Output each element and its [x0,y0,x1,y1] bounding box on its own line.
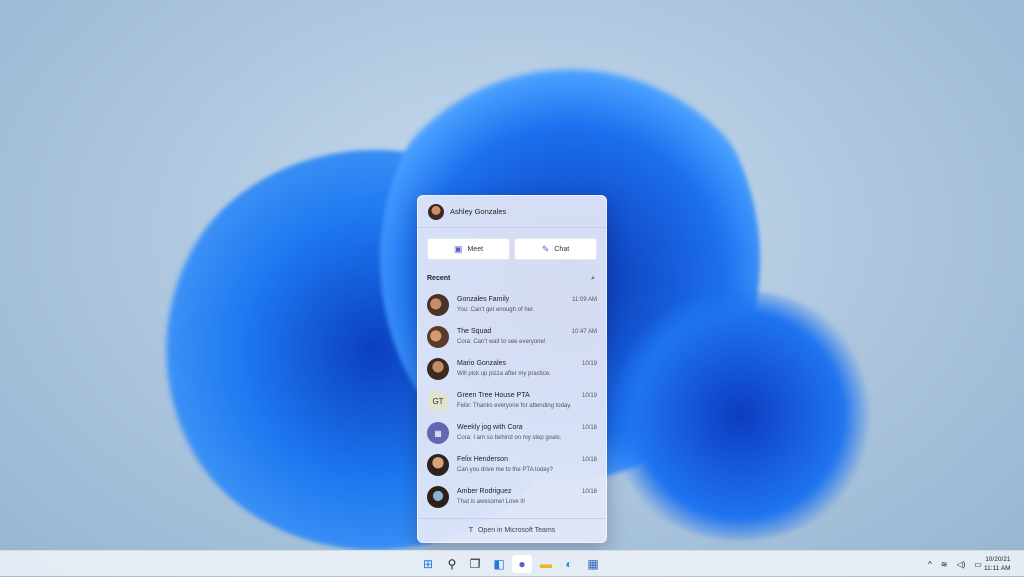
search-icon[interactable]: ⚲ [443,555,461,573]
conversation-time: 10/18 [581,425,597,431]
conversation-item[interactable]: Felix Henderson Can you drive me to the … [418,449,606,481]
task-view-icon[interactable]: ❐ [466,555,484,573]
conversation-time: 11:09 AM [572,297,597,303]
conversation-name: Weekly jog with Cora [457,424,523,431]
chat-button[interactable]: ✎ Chat [514,238,597,260]
wifi-icon[interactable]: ≋ [941,560,948,569]
avatar: GT [427,390,449,412]
avatar [427,326,449,348]
conversation-name: Green Tree House PTA [457,392,530,399]
meet-button[interactable]: ▣ Meet [427,238,510,260]
avatar [427,454,449,476]
conversation-time: 10/18 [581,489,597,495]
edge-icon[interactable]: ◐ [560,555,578,573]
conversation-item[interactable]: Mario Gonzales Will pick up pizza after … [418,353,606,385]
user-name: Ashley Gonzales [450,207,507,216]
chevron-up-icon[interactable]: ^ [928,560,932,569]
compose-icon: ✎ [541,243,550,254]
conversation-item[interactable]: Amber Rodriguez That is awesome! Love it… [418,481,606,513]
conversation-item[interactable]: GT Green Tree House PTA Felix: Thanks ev… [418,385,606,417]
date: 10/20/21 [985,556,1011,563]
conversation-preview: You: Can't get enough of her. [457,307,535,313]
avatar [427,358,449,380]
conversation-name: Mario Gonzales [457,360,507,367]
avatar: ▦ [427,422,449,444]
conversation-time: 10/19 [581,393,597,399]
conversation-item[interactable]: Gonzales Family You: Can't get enough of… [418,289,606,321]
conversation-time: 10/18 [581,457,597,463]
conversation-preview: Cora: I am so behind on my step goals. [457,435,562,441]
conversation-name: Amber Rodriguez [457,488,512,495]
open-in-teams-link[interactable]: T Open in Microsoft Teams [418,518,606,542]
battery-icon[interactable]: ▭ [974,560,982,569]
volume-icon[interactable]: ◁) [956,560,965,569]
initials: GT [432,396,444,406]
conversation-time: 10/19 [581,361,597,367]
chat-label: Chat [554,245,570,253]
time: 11:11 AM [984,565,1011,572]
conversation-preview: Felix: Thanks everyone for attending tod… [457,403,572,409]
conversation-name: Felix Henderson [457,456,508,463]
avatar [428,203,444,220]
store-icon[interactable]: ▦ [584,555,602,573]
taskbar: ⊞ ⚲ ❐ ◧ ● ▬ ◐ ▦ ^ ≋ ◁) ▭ 10/20/21 11:11 AM [0,550,1024,576]
recent-heading: Recent [427,275,451,282]
conversation-name: Gonzales Family [457,296,510,303]
widgets-icon[interactable]: ◧ [490,555,508,573]
chat-flyout: Ashley Gonzales ▣ Meet ✎ Chat Recent ⌕ Gonz… [417,195,607,543]
teams-icon: T [468,527,473,534]
video-camera-icon: ▣ [453,243,463,254]
profile-header: Ashley Gonzales [418,196,606,228]
chat-icon[interactable]: ● [512,555,532,573]
conversation-preview: Cora: Can't wait to see everyone! [457,339,546,345]
conversation-preview: That is awesome! Love it! [457,499,526,505]
conversation-time: 10:47 AM [571,329,597,335]
start-icon[interactable]: ⊞ [419,555,437,573]
conversation-item[interactable]: ▦ Weekly jog with Cora Cora: I am so beh… [418,417,606,449]
conversation-name: The Squad [457,328,492,335]
conversation-item[interactable]: The Squad Cora: Can't wait to see everyo… [418,321,606,353]
calendar-icon: ▦ [434,428,442,438]
search-icon[interactable]: ⌕ [591,275,595,283]
meet-label: Meet [467,245,484,253]
conversation-preview: Will pick up pizza after my practice. [457,371,551,377]
avatar [427,486,449,508]
file-explorer-icon[interactable]: ▬ [537,555,555,573]
clock[interactable]: 10/20/21 11:11 AM [984,551,1011,577]
avatar [427,294,449,316]
conversation-preview: Can you drive me to the PTA today? [457,467,553,473]
open-in-teams-label: Open in Microsoft Teams [477,527,556,534]
